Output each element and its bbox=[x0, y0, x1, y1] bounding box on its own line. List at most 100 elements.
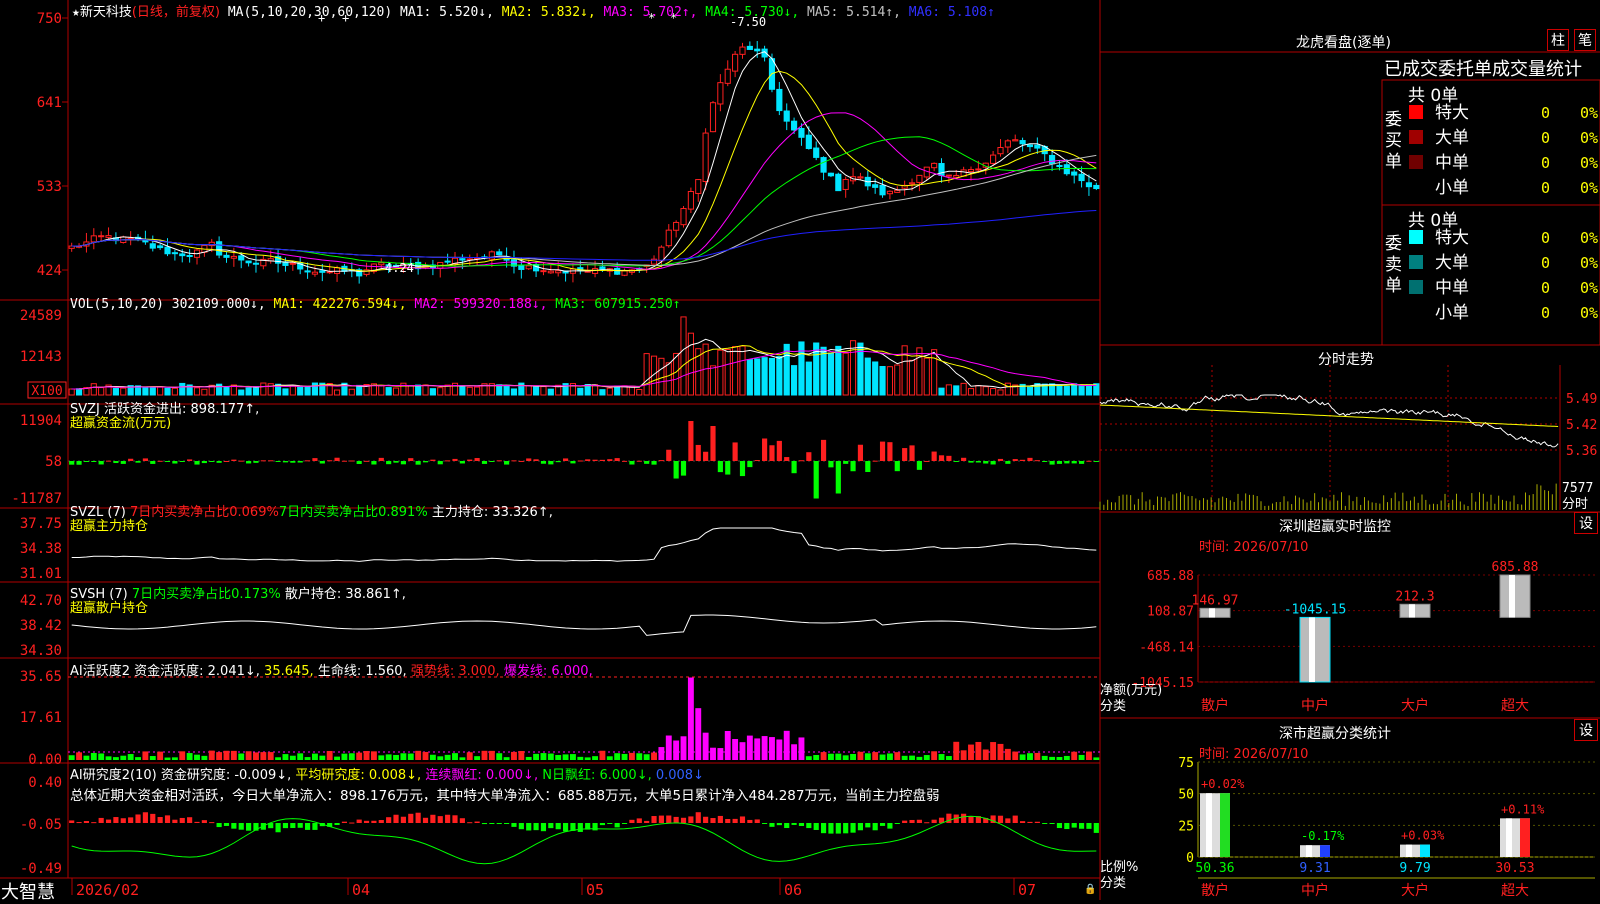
svzj-bar bbox=[651, 461, 657, 465]
ai2-bar bbox=[120, 755, 127, 760]
candle-body bbox=[223, 254, 230, 258]
svzj-bar bbox=[938, 455, 945, 461]
candle-body bbox=[931, 162, 938, 169]
volume-bar bbox=[658, 357, 665, 396]
ai2-bar bbox=[164, 757, 171, 760]
candle-body bbox=[444, 260, 451, 263]
volume-bar bbox=[90, 383, 97, 396]
svzj-bar bbox=[98, 461, 104, 465]
air-bar bbox=[916, 819, 922, 823]
volume-bar bbox=[761, 357, 768, 396]
air-title: AI研究度2(10) bbox=[70, 768, 157, 783]
air-bar bbox=[909, 819, 915, 823]
candle-body bbox=[783, 110, 790, 122]
candle-body bbox=[1085, 182, 1093, 188]
sc-change-label: +0.03% bbox=[1401, 829, 1445, 843]
air-bar bbox=[526, 823, 532, 831]
air-bar bbox=[1049, 823, 1055, 824]
volume-bar bbox=[746, 359, 753, 396]
ai2-bar bbox=[260, 752, 267, 760]
ai2-bar bbox=[511, 751, 517, 760]
volume-bar bbox=[901, 345, 908, 396]
candle-body bbox=[842, 178, 849, 190]
svzj-bar bbox=[496, 460, 502, 462]
sell-row-label: 小单 bbox=[1435, 303, 1469, 323]
svzj-bar bbox=[400, 461, 406, 465]
volume-bar bbox=[179, 382, 186, 396]
svzj-bar bbox=[776, 440, 782, 461]
air-bar bbox=[577, 823, 583, 832]
ai2-bar bbox=[776, 739, 783, 760]
sell-row-value: 0 bbox=[1541, 229, 1550, 247]
sz-bar-highlight bbox=[1309, 617, 1315, 682]
svzj-bar bbox=[312, 458, 318, 461]
volume-bar bbox=[267, 383, 274, 396]
favorite-star-icon[interactable]: ★ bbox=[72, 5, 80, 20]
svzj-bar bbox=[806, 452, 812, 461]
ai2-bar bbox=[658, 747, 665, 760]
air-bar bbox=[835, 823, 841, 834]
order-stats-tabs[interactable]: 已成交委托单成交量统计 bbox=[1384, 55, 1582, 81]
ai2-bar bbox=[953, 741, 960, 760]
intraday-y-tick: 5.42 bbox=[1566, 418, 1597, 433]
ai2-bar bbox=[599, 750, 606, 760]
volume-bar bbox=[540, 386, 547, 396]
air-bar bbox=[275, 823, 281, 833]
svzj-bar bbox=[953, 461, 959, 462]
ai2-bar bbox=[68, 755, 75, 760]
svzj-bar bbox=[902, 448, 908, 461]
air-bar bbox=[651, 816, 657, 823]
volume-bar bbox=[223, 386, 230, 396]
ai2-bar bbox=[879, 754, 886, 760]
intraday-title: 分时走势 bbox=[1318, 352, 1374, 368]
volume-bar bbox=[894, 364, 901, 396]
svzj-bar bbox=[680, 461, 687, 476]
air-bar bbox=[820, 823, 827, 834]
air-bar bbox=[1086, 823, 1092, 829]
volume-bar bbox=[709, 365, 717, 396]
ai2-bar bbox=[695, 708, 702, 760]
ai2-bar bbox=[452, 753, 458, 760]
chart-mode[interactable]: (日线，前复权) bbox=[132, 5, 220, 20]
ai2-bar bbox=[894, 752, 901, 760]
air-bar bbox=[430, 814, 436, 823]
volume-bar bbox=[171, 387, 178, 396]
ai2-bar bbox=[651, 752, 657, 760]
candle-body bbox=[333, 267, 341, 274]
ai2-bar bbox=[105, 756, 112, 760]
svzj-bar bbox=[422, 461, 429, 463]
svzj-bar bbox=[872, 460, 878, 462]
air-bar bbox=[688, 816, 694, 823]
buy-row-value: 0 bbox=[1541, 179, 1550, 197]
volume-bar bbox=[614, 385, 621, 396]
svzj-bar bbox=[1049, 461, 1055, 465]
intraday-avg-line bbox=[1099, 404, 1559, 427]
candle-body bbox=[827, 172, 835, 177]
intraday-y-tick: 5.49 bbox=[1566, 392, 1597, 407]
svsh-y-tick: 38.42 bbox=[20, 618, 62, 634]
svzj-bar bbox=[120, 461, 126, 464]
sc-settings-button[interactable]: 设 bbox=[1574, 719, 1598, 741]
sell-side-label: 委卖单 bbox=[1385, 234, 1402, 296]
column-view-button[interactable]: 柱 bbox=[1547, 29, 1569, 51]
air-bar bbox=[548, 823, 554, 829]
volume-bar bbox=[112, 388, 119, 396]
tick-view-button[interactable]: 笔 bbox=[1574, 29, 1596, 51]
intraday-price-line bbox=[1099, 394, 1559, 448]
svzj-y-tick: -11787 bbox=[11, 491, 62, 507]
ai2-bar bbox=[76, 752, 83, 760]
air-bar bbox=[91, 822, 97, 824]
air-bar bbox=[813, 823, 819, 830]
sz-monitor-settings-button[interactable]: 设 bbox=[1574, 512, 1598, 534]
ai-research-header: AI研究度2(10) 资金研究度: -0.009↓, 平均研究度: 0.008↓… bbox=[70, 764, 704, 783]
ai2-bar bbox=[127, 754, 134, 760]
volume-bar bbox=[886, 366, 893, 396]
candle-body bbox=[547, 270, 554, 274]
lock-icon[interactable]: 🔒 bbox=[1084, 884, 1096, 895]
svzj-bar bbox=[843, 461, 849, 464]
volume-bar bbox=[967, 388, 975, 396]
svzj-bar bbox=[865, 461, 871, 473]
ai2-bars bbox=[68, 677, 1100, 760]
volume-bar bbox=[201, 388, 208, 396]
vol-ma1: MA1: 422276.594↓, bbox=[273, 297, 407, 312]
